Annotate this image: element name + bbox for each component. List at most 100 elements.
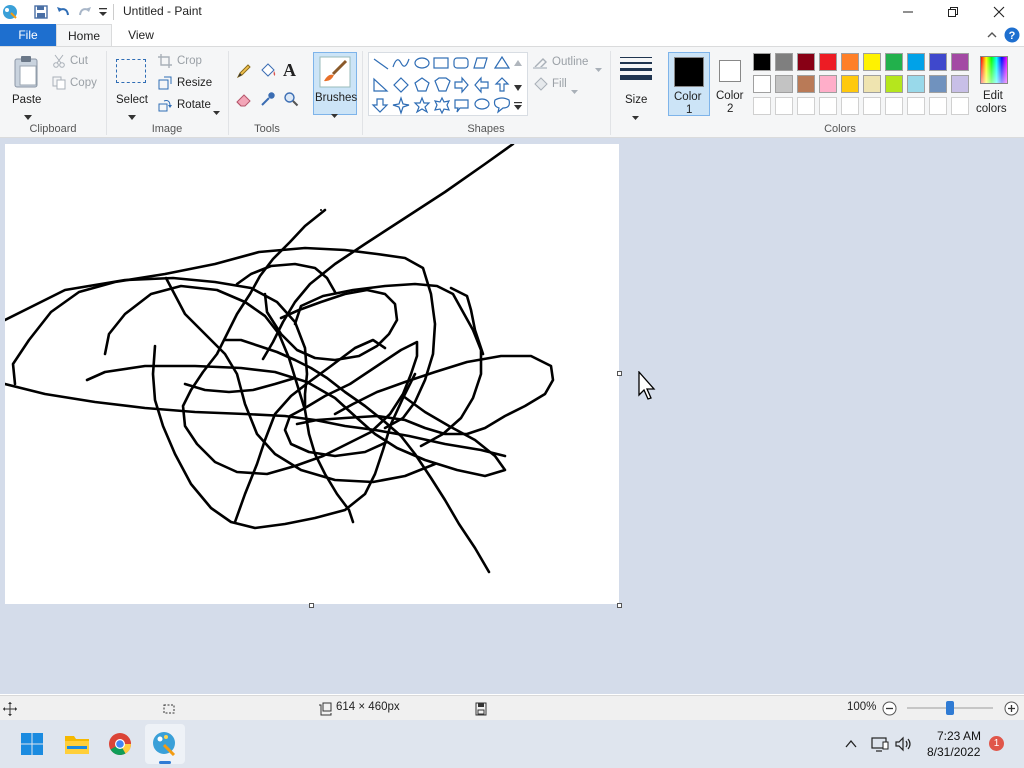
drawing-canvas[interactable] [5,144,619,604]
palette-color-swatch[interactable] [819,75,837,93]
restore-button[interactable] [930,0,976,24]
pencil-icon[interactable] [236,63,252,82]
custom-color-slot[interactable] [841,97,859,115]
palette-color-swatch[interactable] [863,75,881,93]
close-button[interactable] [976,0,1022,24]
palette-color-swatch[interactable] [775,53,793,71]
notification-badge[interactable]: 1 [989,736,1004,751]
cut-button[interactable]: Cut [52,53,100,71]
shapes-gallery[interactable] [368,52,528,116]
outline-button[interactable]: Outline [533,55,603,73]
color2-label: Color [716,90,744,102]
clock-date[interactable]: 8/31/2022 [927,745,980,759]
shapes-scroll-up[interactable] [514,55,522,69]
ribbon-divider [610,51,611,135]
custom-color-slot[interactable] [797,97,815,115]
palette-color-swatch[interactable] [863,53,881,71]
paste-button[interactable]: Paste [6,51,48,120]
custom-color-slot[interactable] [863,97,881,115]
shapes-scroll-down[interactable] [514,80,522,94]
custom-color-slot[interactable] [929,97,947,115]
copy-button[interactable]: Copy [52,75,104,93]
color1-button[interactable]: Color 1 [668,52,710,116]
color1-swatch [674,57,704,87]
palette-color-swatch[interactable] [841,75,859,93]
custom-color-slot[interactable] [819,97,837,115]
paint-taskbar-button[interactable] [145,724,185,764]
zoom-out-button[interactable] [882,701,897,719]
shapes-group-label: Shapes [467,123,505,135]
size-button[interactable]: Size [616,51,656,120]
color2-button[interactable]: Color 2 [712,52,750,116]
paste-dropdown-icon [24,109,32,123]
volume-icon[interactable] [895,736,913,755]
tab-home[interactable]: Home [56,24,112,46]
palette-color-swatch[interactable] [797,75,815,93]
eraser-icon[interactable] [236,91,252,110]
palette-color-swatch[interactable] [951,53,969,71]
canvas-resize-handle-bottom[interactable] [309,603,314,608]
zoom-slider[interactable] [907,701,993,715]
ribbon-tabs: File Home View ? [0,24,1024,46]
edit-colors-button[interactable]: Edit colors [974,52,1014,116]
help-icon[interactable]: ? [1004,27,1020,46]
minimize-button[interactable] [885,0,931,24]
copy-icon [52,76,66,90]
text-icon[interactable]: A [283,60,296,81]
palette-color-swatch[interactable] [885,53,903,71]
palette-color-swatch[interactable] [929,53,947,71]
customize-qat-icon[interactable] [98,5,108,22]
show-hidden-icons-button[interactable] [845,738,857,752]
brushes-button[interactable]: Brushes [313,52,357,118]
palette-color-swatch[interactable] [819,53,837,71]
minimize-icon [903,11,913,13]
color2-number: 2 [727,103,734,115]
cursor-position-icon [3,702,17,719]
canvas-resize-handle-right[interactable] [617,371,622,376]
palette-color-swatch[interactable] [841,53,859,71]
file-explorer-button[interactable] [64,732,90,759]
minimize-ribbon-icon[interactable] [986,29,998,43]
palette-color-swatch[interactable] [797,53,815,71]
magnifier-icon[interactable] [283,91,299,110]
rotate-icon [158,100,172,112]
shapes-expand[interactable] [514,99,522,113]
rotate-button[interactable]: Rotate [158,97,222,115]
color-picker-icon[interactable] [260,91,276,110]
size-line-4 [620,75,652,80]
custom-color-slot[interactable] [907,97,925,115]
folder-icon [65,736,89,754]
custom-color-slot[interactable] [885,97,903,115]
palette-color-swatch[interactable] [775,75,793,93]
custom-color-slot[interactable] [951,97,969,115]
network-icon[interactable] [871,736,889,755]
canvas-resize-handle-corner[interactable] [617,603,622,608]
tab-view[interactable]: View [116,24,166,46]
zoom-percent: 100% [847,701,877,713]
clock-time[interactable]: 7:23 AM [937,729,981,743]
palette-color-swatch[interactable] [885,75,903,93]
palette-color-swatch[interactable] [951,75,969,93]
tab-file[interactable]: File [0,24,56,46]
redo-icon[interactable] [77,4,93,23]
undo-icon[interactable] [55,4,71,23]
save-icon[interactable] [33,4,49,23]
chrome-button[interactable] [108,732,132,759]
fill-bucket-icon[interactable] [259,63,277,82]
palette-color-swatch[interactable] [907,53,925,71]
palette-color-swatch[interactable] [929,75,947,93]
palette-color-swatch[interactable] [753,75,771,93]
palette-color-swatch[interactable] [753,53,771,71]
fill-button[interactable]: Fill [533,77,583,95]
title-divider [113,4,114,20]
resize-button[interactable]: Resize [158,75,214,93]
start-button[interactable] [20,732,44,759]
palette-color-swatch[interactable] [907,75,925,93]
zoom-in-button[interactable] [1004,701,1019,719]
custom-color-slot[interactable] [775,97,793,115]
custom-color-slot[interactable] [753,97,771,115]
select-button[interactable]: Select [112,51,152,120]
crop-button[interactable]: Crop [158,53,208,71]
zoom-slider-thumb[interactable] [946,701,954,715]
paint-app-icon[interactable] [2,4,18,23]
